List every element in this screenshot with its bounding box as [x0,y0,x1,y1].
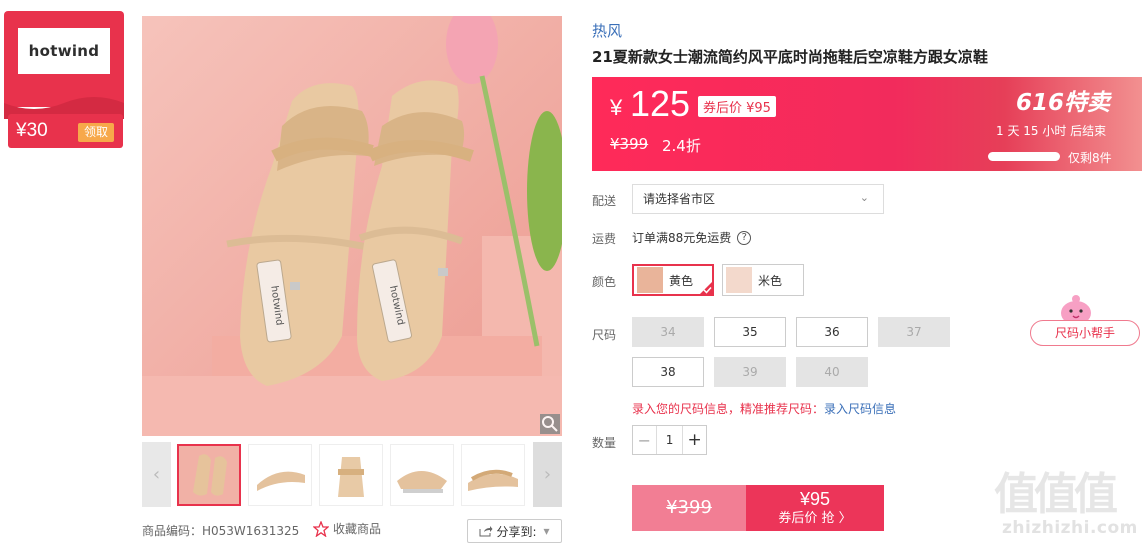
shipping-label: 运费 [592,232,617,246]
thumbnail-5[interactable] [461,444,525,506]
thumb-prev-button[interactable]: ‹ [142,442,171,507]
share-button[interactable]: 分享到: ▾ [467,519,562,543]
size-option-39[interactable]: 39 [714,357,786,387]
size-option-36[interactable]: 36 [796,317,868,347]
delivery-label: 配送 [592,194,617,208]
size-option-38[interactable]: 38 [632,357,704,387]
quantity-label: 数量 [592,436,617,450]
star-icon [313,520,329,537]
size-tip: 录入您的尺码信息，精准推荐尺码：录入尺码信息 [632,400,896,417]
size-helper-button[interactable]: 尺码小帮手 [1030,320,1140,346]
check-icon [703,286,712,294]
sandal-photo: hotwind hotwind [142,16,562,436]
after-coupon-badge: 券后价 ¥95 [698,96,776,117]
size-option-35[interactable]: 35 [714,317,786,347]
color-option-label: 米色 [758,273,783,288]
color-option-label: 黄色 [669,273,694,288]
thumbnail-2[interactable] [248,444,312,506]
buy-now-button[interactable]: ¥95 券后价 抢 〉 [746,485,884,531]
thumbnail-3[interactable] [319,444,383,506]
countdown-timer: 1 天 15 小时 后结束 [996,124,1107,138]
product-title: 21夏新款女士潮流简约风平底时尚拖鞋后空凉鞋方跟女凉鞋 [592,48,988,66]
watermark: 值值值 zhizhizhi.com [992,458,1142,546]
product-code: 商品编码：H053W1631325 [142,524,300,538]
price-banner: ¥ 125 券后价 ¥95 ¥399 2.4折 616特卖 1 天 15 小时 … [592,77,1142,171]
zoom-icon[interactable] [540,414,560,434]
store-logo[interactable]: hotwind [18,28,110,74]
store-coupon[interactable]: ¥30 领取 [8,114,123,148]
watermark-text: zhizhizhi.com [1002,518,1138,538]
chevron-down-icon: ⌄ [859,191,869,204]
buy-original-price[interactable]: ¥399 [632,485,746,531]
shipping-text: 订单满88元免运费 [632,231,732,245]
watermark-logo: 值值值 [994,469,1118,520]
buy-price: ¥95 [799,489,831,509]
size-option-34[interactable]: 34 [632,317,704,347]
region-select[interactable]: 请选择省市区 ⌄ [632,184,884,214]
promo-logo: 616特卖 [1016,90,1111,116]
thumbnail-4[interactable] [390,444,454,506]
enter-size-link[interactable]: 录入尺码信息 [824,402,896,416]
size-tip-text: 录入您的尺码信息，精准推荐尺码： [632,402,825,416]
discount-rate: 2.4折 [662,137,701,155]
color-option-beige[interactable]: 米色 [722,264,804,296]
share-icon [479,526,493,537]
decrease-button[interactable]: − [633,426,657,454]
main-product-image[interactable]: hotwind hotwind [142,16,562,436]
thumbnail-1[interactable] [177,444,241,506]
size-option-37[interactable]: 37 [878,317,950,347]
stock-progress-fill [989,153,1052,160]
thumb-next-button[interactable]: › [533,442,562,507]
store-card: hotwind ¥30 领取 [4,11,124,149]
color-label: 颜色 [592,275,617,289]
brand-link[interactable]: 热风 [592,20,622,41]
stock-remaining: 仅剩8件 [1068,151,1112,165]
color-swatch [726,267,752,293]
region-select-value: 请选择省市区 [643,192,716,206]
claim-coupon-button[interactable]: 领取 [78,123,114,142]
thumbnail-strip: ‹ › [142,442,562,508]
original-price: ¥399 [610,135,649,153]
favorite-button[interactable]: 收藏商品 [313,520,381,537]
quantity-stepper: − 1 + [632,425,707,455]
coupon-amount: ¥30 [16,120,48,141]
size-label: 尺码 [592,328,617,342]
favorite-label: 收藏商品 [333,522,382,536]
help-icon[interactable]: ? [737,230,752,245]
buy-action-label: 券后价 抢 〉 [778,511,852,526]
store-logo-panel[interactable]: hotwind [4,11,124,119]
color-swatch [637,267,663,293]
stock-progress-bar [988,152,1060,161]
color-option-yellow[interactable]: 黄色 [632,264,714,296]
shipping-info: 订单满88元免运费 ? [632,229,752,246]
share-caret-icon: ▾ [543,524,550,538]
current-price: 125 [630,83,691,124]
increase-button[interactable]: + [682,426,706,454]
quantity-input[interactable]: 1 [657,426,683,454]
size-option-40[interactable]: 40 [796,357,868,387]
currency-symbol: ¥ [610,95,623,120]
share-label: 分享到: [496,524,537,539]
